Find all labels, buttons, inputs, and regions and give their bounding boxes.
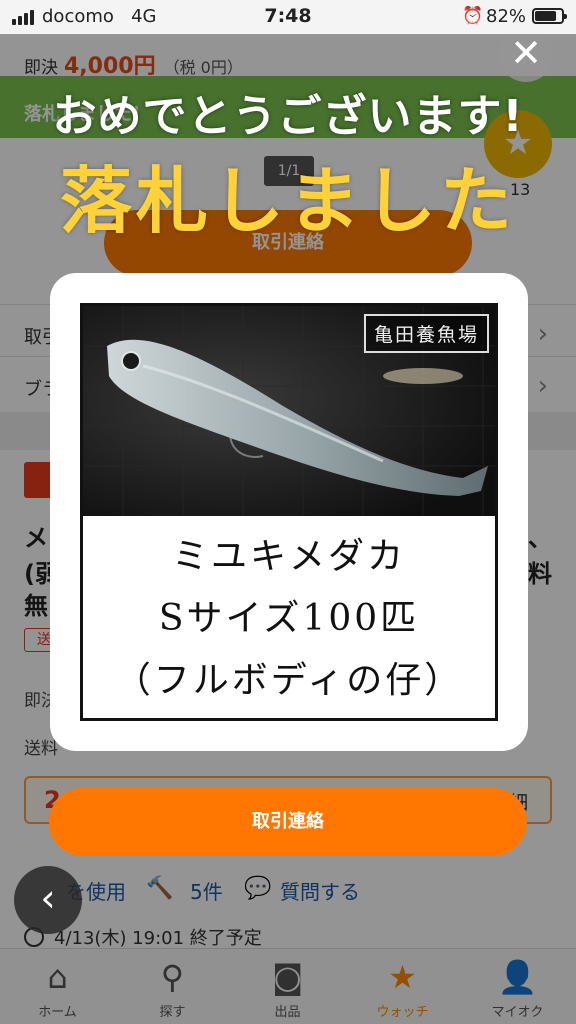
- back-button[interactable]: ‹: [14, 866, 82, 934]
- status-bar: docomo 4G 7:48 ⏰ 82%: [0, 0, 576, 34]
- battery-percentage: 82%: [486, 6, 527, 27]
- item-image: 亀田養魚場 ミユキメダカ Sサイズ100匹 （フルボディの仔）: [80, 303, 498, 721]
- congrats-heading: おめでとうございます!: [52, 91, 524, 142]
- watermark-label: 亀田養魚場: [363, 314, 489, 353]
- item-image-card: 亀田養魚場 ミユキメダカ Sサイズ100匹 （フルボディの仔）: [50, 273, 528, 751]
- contact-seller-button[interactable]: 取引連絡: [49, 788, 527, 856]
- close-button[interactable]: ✕: [498, 26, 554, 82]
- battery-icon: [532, 8, 567, 24]
- won-heading: 落札しました: [59, 159, 516, 243]
- fish-photo: 亀田養魚場: [83, 306, 495, 516]
- image-caption: ミユキメダカ Sサイズ100匹 （フルボディの仔）: [114, 536, 464, 701]
- alarm-icon: ⏰: [462, 6, 484, 26]
